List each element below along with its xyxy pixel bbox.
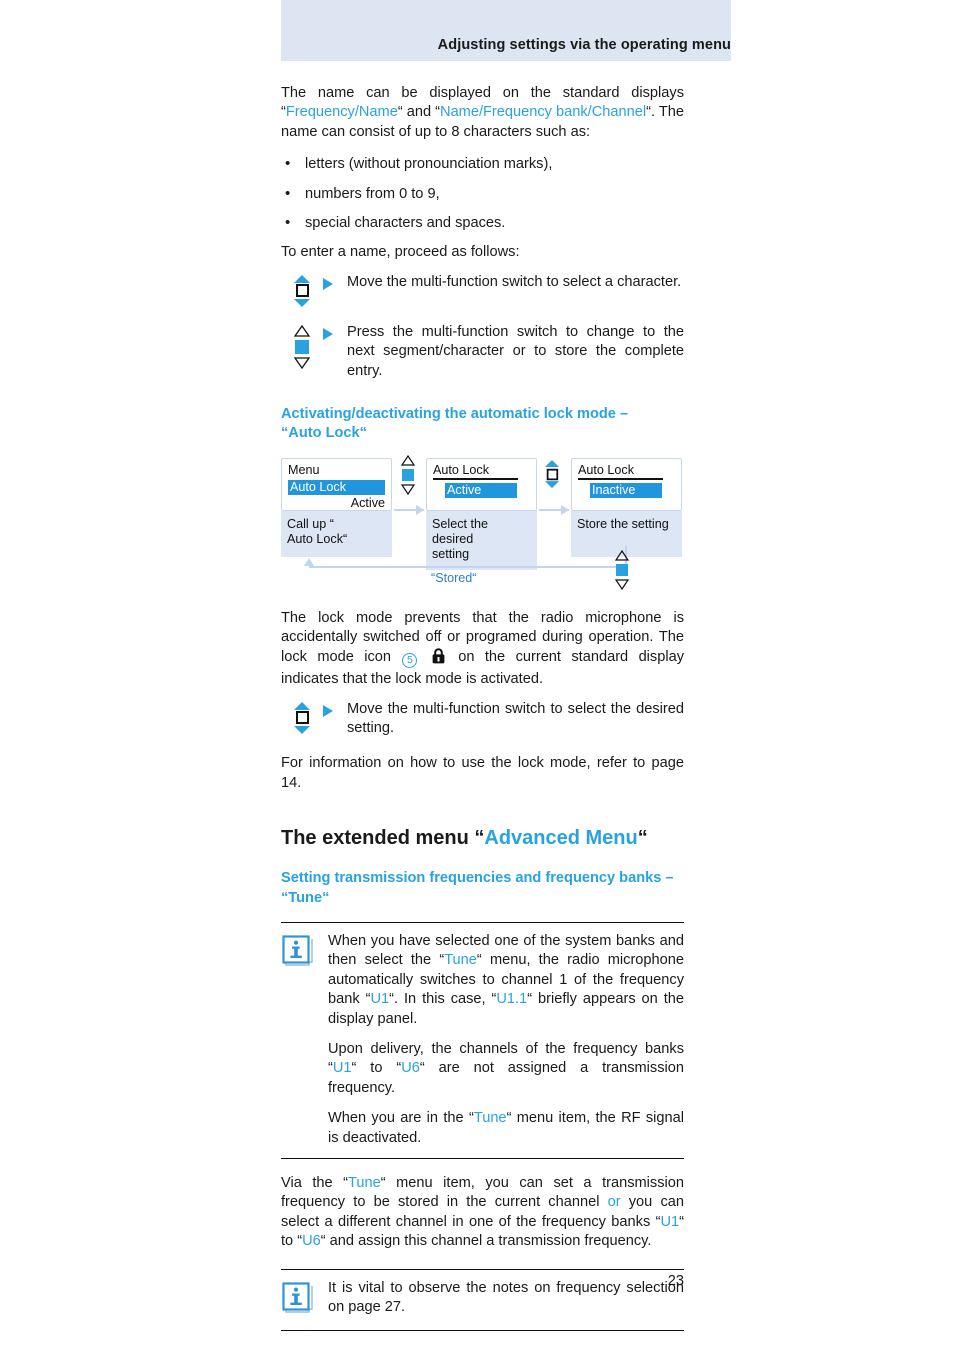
display-panel-auto-lock-active: Auto Lock Active: [426, 457, 537, 511]
section-heading-auto-lock: Activating/deactivating the automatic lo…: [281, 405, 684, 444]
link-u6: U6: [401, 1060, 420, 1077]
page-number: 23: [667, 1273, 684, 1289]
instruction-step-press-switch: Press the multi-function switch to chang…: [281, 323, 684, 381]
flow-arrow-1: [394, 504, 424, 515]
flow-stored-label: “Stored“: [431, 570, 477, 585]
play-triangle-icon: [323, 323, 347, 340]
note-body: When you have selected one of the system…: [328, 932, 684, 1148]
link-u6: U6: [302, 1233, 321, 1250]
proceed-paragraph: To enter a name, proceed as follows:: [281, 244, 520, 261]
heading-line-2: “Tune“: [281, 889, 330, 906]
note-text-c: “. In this case, “: [389, 991, 497, 1008]
note-paragraph-2: Upon delivery, the channels of the frequ…: [328, 1040, 684, 1098]
note-box-tune-info: When you have selected one of the system…: [281, 921, 684, 1159]
advanced-heading-a: The extended menu “: [281, 827, 485, 850]
emphasis-or: or: [607, 1194, 621, 1211]
via-text-e: “ and assign this channel a transmission…: [320, 1233, 652, 1250]
section-heading-tune: Setting transmission frequencies and fre…: [281, 869, 684, 908]
caption-line-2: Auto Lock“: [287, 531, 348, 546]
display-line-active-highlighted: Active: [445, 482, 517, 498]
display-line-title: Auto Lock: [433, 462, 490, 477]
callout-number-5-icon: 5: [402, 652, 418, 668]
instruction-text: Move the multi-function switch to select…: [347, 273, 682, 290]
display-line-menu: Menu: [288, 462, 320, 477]
play-triangle-icon: [323, 700, 347, 717]
note-paragraph-3: When you are in the “Tune“ menu item, th…: [328, 1109, 684, 1148]
link-tune: Tune: [348, 1175, 381, 1191]
link-tune: Tune: [444, 952, 477, 969]
display-panel-auto-lock-inactive: Auto Lock Inactive: [571, 457, 682, 511]
instruction-text: Move the multi-function switch to select…: [347, 700, 684, 736]
note-paragraph-1: When you have selected one of the system…: [328, 932, 684, 1029]
flow-return-path: “Stored“: [281, 545, 684, 598]
flow-switch-press-2: [613, 549, 631, 595]
display-line-inactive-highlighted: Inactive: [590, 482, 662, 498]
list-item: special characters and spaces.: [281, 213, 684, 233]
info-icon: [281, 932, 328, 973]
flow-step-store-setting: Auto Lock Inactive Store the setting: [571, 457, 682, 557]
flow-switch-move-1: [544, 455, 560, 492]
note-text-b: “ to “: [351, 1060, 402, 1077]
intro-paragraph: The name can be displayed on the standar…: [281, 84, 684, 142]
advanced-heading-b: “: [637, 827, 648, 850]
via-text-a: Via the “: [281, 1175, 349, 1191]
page-title-advanced-menu: The extended menu “Advanced Menu“: [281, 825, 684, 851]
link-u1: U1: [332, 1060, 352, 1077]
link-u1: U1: [660, 1213, 680, 1230]
link-tune: Tune: [473, 1110, 507, 1127]
link-u1: U1: [370, 991, 390, 1008]
display-panel-menu: Menu Auto Lock Active: [281, 457, 392, 511]
heading-line-1: Setting transmission frequencies and fre…: [281, 870, 674, 887]
auto-lock-flow-diagram: Menu Auto Lock Active Call up “ Auto Loc…: [281, 454, 684, 593]
lock-mode-paragraph: The lock mode prevents that the radio mi…: [281, 609, 684, 690]
flow-step-select-setting: Auto Lock Active Select the desired sett…: [426, 457, 537, 570]
padlock-icon: [431, 648, 446, 670]
flow-arrow-2: [539, 504, 569, 515]
play-triangle-icon: [323, 273, 347, 290]
instruction-text: Press the multi-function switch to chang…: [347, 323, 684, 379]
link-u1-1: U1.1: [496, 991, 528, 1008]
multifunction-switch-move-icon: [281, 273, 323, 307]
display-line-title: Auto Lock: [578, 462, 635, 477]
intro-text-b: “ and “: [397, 104, 441, 121]
flow-step-call-up: Menu Auto Lock Active Call up “ Auto Loc…: [281, 457, 392, 557]
heading-line-2: “Auto Lock“: [281, 425, 367, 442]
link-frequency-name: Frequency/Name: [285, 104, 398, 121]
via-tune-paragraph: Via the “Tune“ menu item, you can set a …: [281, 1174, 684, 1252]
note-text-a: When you are in the “: [328, 1110, 474, 1127]
caption-line-1: Call up “: [287, 516, 334, 531]
list-item: letters (without pronounciation marks),: [281, 154, 684, 174]
flow-switch-press-1: [399, 454, 417, 500]
display-line-active: Active: [350, 495, 385, 510]
caption-line-1: Select the desired: [432, 516, 489, 546]
character-types-list: letters (without pronounciation marks), …: [281, 154, 684, 233]
page-header-title: Adjusting settings via the operating men…: [437, 37, 731, 53]
page-content: The name can be displayed on the standar…: [281, 84, 684, 1331]
lock-mode-reference-paragraph: For information on how to use the lock m…: [281, 755, 684, 791]
multifunction-switch-move-icon: [281, 700, 323, 734]
instruction-step-move-character: Move the multi-function switch to select…: [281, 273, 684, 307]
advanced-heading-link: Advanced Menu: [484, 827, 638, 850]
multifunction-switch-press-icon: [281, 323, 323, 369]
display-line-auto-lock-highlighted: Auto Lock: [288, 479, 385, 495]
caption-line-1: Store the setting: [577, 516, 669, 531]
instruction-step-select-desired-setting: Move the multi-function switch to select…: [281, 700, 684, 739]
page-header-band: Adjusting settings via the operating men…: [281, 0, 731, 61]
list-item: numbers from 0 to 9,: [281, 184, 684, 204]
link-name-frequency-bank-channel: Name/Frequency bank/Channel: [440, 104, 647, 121]
heading-line-1: Activating/deactivating the automatic lo…: [281, 406, 629, 423]
flow-caption-call-up: Call up “ Auto Lock“: [281, 510, 392, 557]
